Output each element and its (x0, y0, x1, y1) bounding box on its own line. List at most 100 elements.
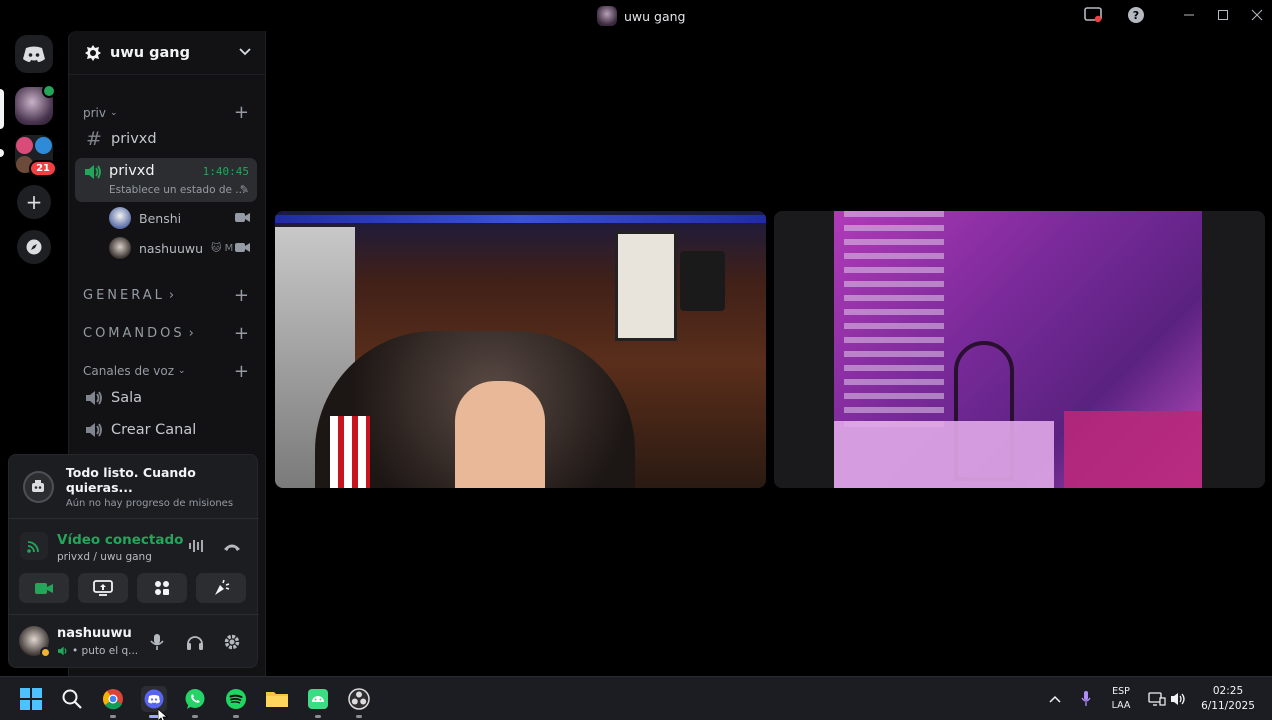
server-header[interactable]: uwu gang (69, 31, 267, 75)
chrome-icon[interactable] (100, 686, 126, 718)
voice-indicator (42, 84, 56, 98)
windows-start-icon[interactable] (18, 686, 44, 712)
signal-icon[interactable] (20, 532, 48, 560)
help-icon[interactable]: ? (1125, 4, 1147, 26)
avatar (109, 207, 131, 229)
category-voz[interactable]: Canales de voz ⌄ (83, 364, 186, 378)
chevron-right-icon: › (188, 326, 194, 341)
activities-button[interactable] (137, 573, 187, 603)
chevron-up-icon[interactable] (1042, 686, 1068, 712)
screen-share-icon (93, 580, 113, 596)
discord-app: uwu gang ? 21 + uwu gang priv ⌄ + # privx… (0, 0, 1272, 720)
hands (455, 381, 545, 488)
category-comandos[interactable]: COMANDOS › (83, 326, 194, 341)
window-title-text: uwu gang (624, 8, 686, 24)
voice-user-name: nashuuwu (139, 240, 204, 256)
discover-button[interactable] (17, 230, 51, 264)
chevron-right-icon: › (168, 288, 175, 303)
avatar (109, 237, 131, 259)
category-label: Canales de voz (83, 364, 175, 378)
voice-status: Vídeo conectado privxd / uwu gang (9, 521, 259, 573)
voice-channel-crear-canal[interactable]: Crear Canal (75, 414, 257, 446)
voice-user-nashuuwu[interactable]: nashuuwu 🐱 M (109, 235, 233, 261)
quest-subtitle: Aún no hay progreso de misiones (65, 497, 234, 509)
video-stage (266, 31, 1272, 676)
minimize-icon[interactable] (1178, 4, 1200, 26)
voice-user-name: Benshi (139, 210, 182, 226)
close-icon[interactable] (1246, 4, 1268, 26)
soundboard-button[interactable] (196, 573, 246, 603)
chevron-down-icon: ⌄ (110, 108, 118, 118)
category-general[interactable]: GENERAL › (83, 288, 174, 303)
avatar[interactable] (19, 626, 51, 658)
video-tile-nashuuwu[interactable] (774, 211, 1265, 488)
desk (834, 421, 1054, 488)
quest-icon (23, 470, 54, 503)
clock-date: 6/11/2025 (1201, 700, 1255, 712)
create-channel-icon[interactable]: + (234, 104, 249, 122)
create-channel-icon[interactable]: + (234, 287, 249, 305)
hangup-icon[interactable] (222, 542, 242, 552)
camera-icon (35, 582, 53, 594)
status-text: • puto el q... (72, 645, 139, 657)
window-title: uwu gang (597, 6, 686, 26)
spotify-icon[interactable] (223, 686, 249, 718)
hash-icon: # (86, 128, 102, 150)
discord-home-icon[interactable] (15, 35, 53, 73)
whatsapp-icon[interactable] (182, 686, 208, 718)
keyboard-layout: LAA (1111, 700, 1131, 711)
server-name: uwu gang (110, 44, 190, 61)
voice-location[interactable]: privxd / uwu gang (57, 551, 152, 563)
unread-indicator (0, 149, 4, 157)
mention-badge: 21 (29, 160, 57, 177)
voice-connected-label[interactable]: Vídeo conectado (57, 532, 183, 548)
username[interactable]: nashuuwu (57, 626, 132, 641)
video-tile-benshi[interactable] (275, 211, 766, 488)
volume-icon[interactable] (1166, 686, 1192, 712)
search-icon[interactable] (59, 686, 85, 712)
bed (1064, 411, 1202, 488)
camera-toggle-button[interactable] (19, 573, 69, 603)
led-strip (275, 215, 766, 223)
clock[interactable]: 02:25 6/11/2025 (1196, 684, 1260, 714)
folder-server-1 (16, 137, 33, 154)
compass-icon (26, 239, 42, 255)
screen-share-button[interactable] (78, 573, 128, 603)
inbox-icon[interactable] (1082, 4, 1104, 26)
selected-indicator (0, 89, 4, 129)
svg-text:?: ? (1133, 9, 1139, 22)
obs-icon[interactable] (346, 686, 372, 718)
maximize-icon[interactable] (1212, 4, 1234, 26)
folder-server-2 (35, 137, 52, 154)
gear-icon[interactable] (223, 633, 241, 651)
speaker-icon (86, 423, 102, 437)
user-tag: 🐱 M (211, 242, 234, 254)
voice-user-benshi[interactable]: Benshi (109, 205, 181, 231)
voice-channel-sala[interactable]: Sala (75, 382, 257, 414)
add-server-button[interactable]: + (17, 185, 51, 219)
folder-icon[interactable] (264, 686, 290, 712)
create-channel-icon[interactable]: + (234, 363, 249, 381)
android-studio-icon[interactable] (305, 686, 331, 718)
voice-channel-privxd[interactable]: privxd 1:40:45 Establece un estado de ..… (75, 158, 257, 202)
text-channel-privxd[interactable]: # privxd (75, 123, 257, 155)
noise-suppression-icon[interactable] (188, 539, 206, 553)
language-indicator[interactable]: ESP LAA (1106, 685, 1136, 713)
title-bar: uwu gang ? (0, 0, 1272, 31)
chevron-down-icon[interactable] (239, 48, 251, 56)
status-dot (40, 647, 51, 658)
category-label: COMANDOS (83, 326, 185, 341)
category-priv[interactable]: priv ⌄ (83, 106, 118, 120)
edit-icon[interactable]: ✎ (240, 183, 249, 196)
headphones-icon[interactable] (186, 633, 204, 651)
quest-title: Todo listo. Cuando quieras... (65, 464, 196, 495)
microphone-icon[interactable] (150, 633, 164, 651)
create-channel-icon[interactable]: + (234, 325, 249, 343)
quest-bar[interactable]: Todo listo. Cuando quieras... Aún no hay… (9, 455, 259, 519)
channel-label: privxd (109, 163, 155, 179)
speaker-icon (86, 391, 102, 405)
microphone-icon[interactable] (1073, 686, 1099, 712)
server-folder[interactable]: 21 (15, 135, 57, 177)
server-uwu-gang[interactable] (15, 84, 56, 125)
category-label: GENERAL (83, 288, 165, 303)
